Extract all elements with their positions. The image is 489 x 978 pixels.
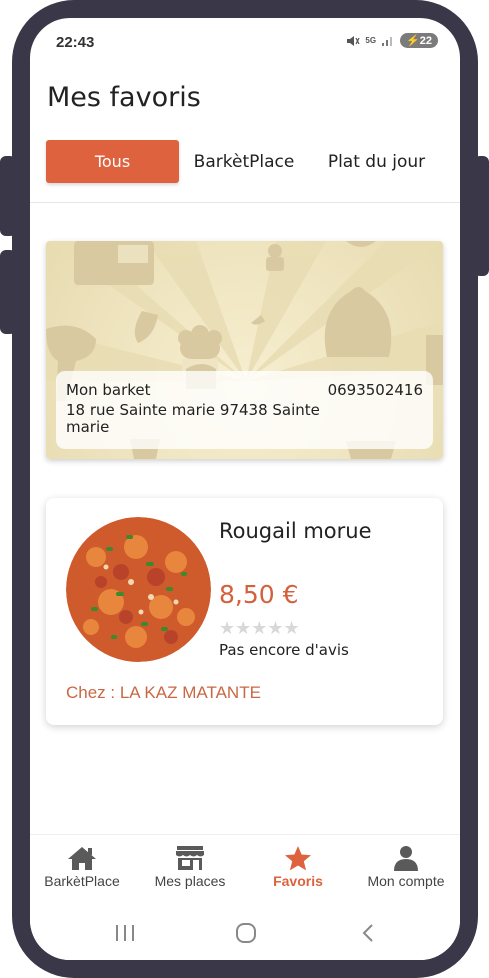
back-icon[interactable]	[360, 923, 376, 943]
dish-photo	[66, 517, 211, 662]
tab-barketplace[interactable]: BarkètPlace	[184, 140, 304, 183]
mute-icon	[347, 35, 360, 46]
system-nav-bar	[30, 904, 460, 960]
screen: 22:43 5G ⚡22 Mes favoris Tous BarkètPlac…	[30, 18, 460, 960]
nav-mon-compte-label: Mon compte	[367, 873, 445, 889]
status-time: 22:43	[56, 34, 95, 51]
tab-plat-du-jour[interactable]: Plat du jour	[314, 140, 439, 183]
side-button-right	[474, 156, 489, 276]
place-info-box: Mon barket 0693502416 18 rue Sainte mari…	[56, 371, 433, 449]
side-button-left-bottom	[0, 250, 16, 334]
nav-mes-places-label: Mes places	[154, 873, 226, 889]
rating-stars: ★★★★★	[219, 618, 300, 638]
nav-favoris[interactable]: Favoris	[244, 845, 352, 889]
divider	[30, 202, 460, 203]
nav-mes-places[interactable]: Mes places	[136, 845, 244, 889]
nav-barketplace[interactable]: BarkètPlace	[30, 845, 136, 889]
side-button-left-top	[0, 156, 16, 236]
tab-all[interactable]: Tous	[46, 140, 179, 183]
recent-apps-icon[interactable]	[114, 924, 136, 942]
user-icon	[394, 846, 418, 871]
nav-barketplace-label: BarkètPlace	[44, 873, 120, 889]
status-bar: 22:43 5G ⚡22	[30, 18, 460, 64]
dish-price: 8,50 €	[219, 580, 299, 609]
place-phone[interactable]: 0693502416	[328, 382, 423, 399]
page-title: Mes favoris	[47, 82, 201, 113]
favorite-place-card[interactable]: Mon barket 0693502416 18 rue Sainte mari…	[46, 241, 443, 459]
network-label: 5G	[365, 36, 377, 45]
dish-name: Rougail morue	[219, 519, 372, 543]
home-button-icon[interactable]	[235, 923, 257, 943]
status-icons: 5G ⚡22	[346, 33, 438, 48]
favorite-dish-card[interactable]: Rougail morue 8,50 € ★★★★★ Pas encore d'…	[46, 498, 443, 725]
signal-icon	[382, 37, 393, 46]
nav-favoris-label: Favoris	[273, 873, 323, 889]
home-icon	[68, 847, 96, 870]
dish-reviews: Pas encore d'avis	[219, 641, 349, 659]
store-icon	[176, 846, 204, 870]
place-name: Mon barket	[66, 381, 151, 399]
place-address: 18 rue Sainte marie 97438 Sainte marie	[66, 401, 320, 436]
nav-mon-compte[interactable]: Mon compte	[352, 845, 460, 889]
star-icon	[285, 846, 311, 871]
battery-badge: ⚡22	[400, 33, 438, 48]
bottom-nav: BarkètPlace Mes places Favoris Mon compt…	[30, 834, 460, 904]
dish-restaurant[interactable]: Chez : LA KAZ MATANTE	[66, 683, 261, 703]
filter-tabs: Tous BarkètPlace Plat du jour	[46, 140, 446, 184]
